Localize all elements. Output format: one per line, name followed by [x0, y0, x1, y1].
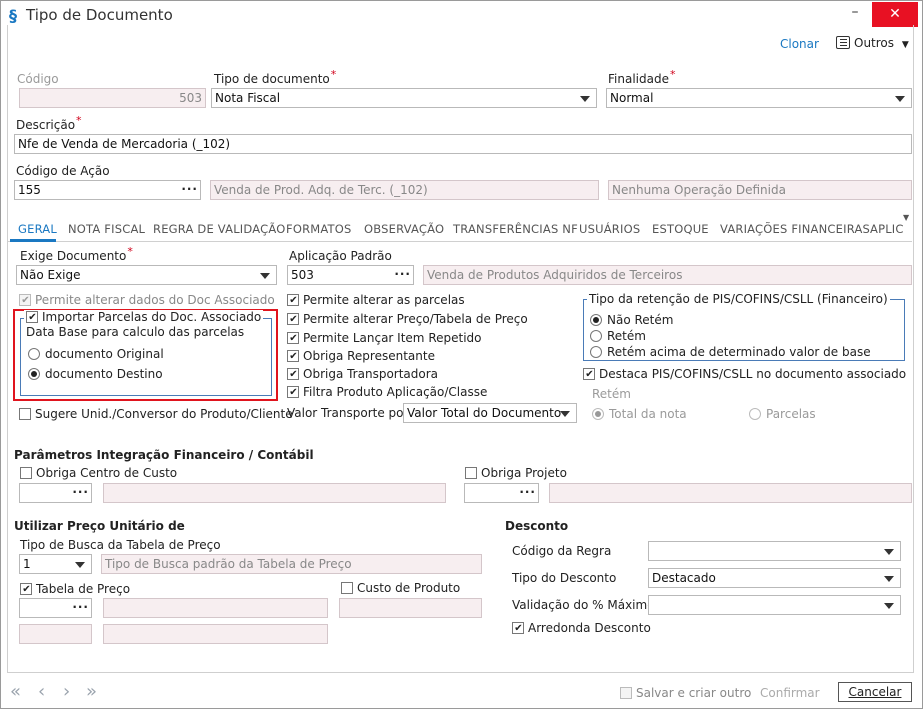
- salvar-criar-outro-checkbox[interactable]: Salvar e criar outro: [620, 686, 751, 700]
- app-logo-icon: §: [9, 6, 17, 25]
- confirmar-button[interactable]: Confirmar: [760, 686, 820, 700]
- previous-record-icon[interactable]: ‹: [38, 681, 45, 702]
- next-record-icon[interactable]: ›: [63, 681, 70, 702]
- content-border: [7, 25, 914, 673]
- cancelar-button[interactable]: Cancelar: [838, 682, 912, 702]
- close-button[interactable]: ✕: [872, 2, 918, 27]
- minimize-button[interactable]: –: [846, 4, 864, 22]
- last-record-icon[interactable]: »: [86, 681, 97, 702]
- window-title: Tipo de Documento: [26, 6, 173, 24]
- checkbox-icon: [620, 687, 632, 699]
- first-record-icon[interactable]: «: [10, 681, 21, 702]
